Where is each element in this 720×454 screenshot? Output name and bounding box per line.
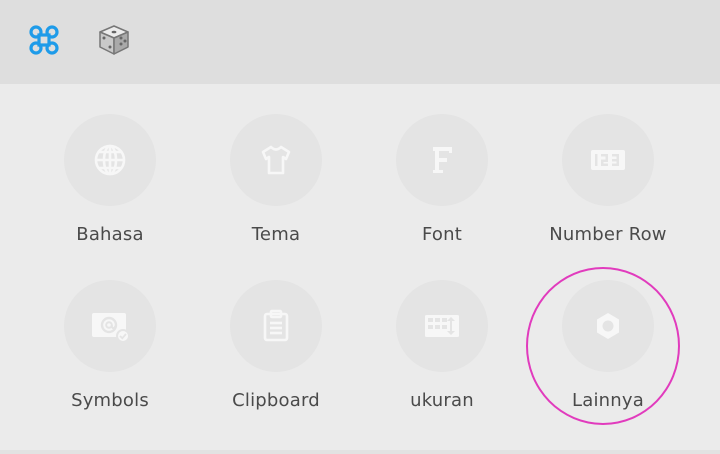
- tile-label-clipboard: Clipboard: [232, 390, 320, 411]
- tile-circle: [64, 280, 156, 372]
- tile-tema[interactable]: Tema: [193, 84, 359, 245]
- tile-circle: [230, 114, 322, 206]
- tile-circle: [230, 280, 322, 372]
- tile-ukuran[interactable]: ukuran: [359, 250, 525, 411]
- keyboard-toolbar: [0, 0, 720, 84]
- tile-label-bahasa: Bahasa: [76, 224, 144, 245]
- tile-label-tema: Tema: [251, 224, 301, 245]
- globe-icon: [94, 144, 126, 176]
- tile-lainnya[interactable]: Lainnya: [525, 250, 691, 411]
- gear-icon: [597, 313, 619, 339]
- command-icon[interactable]: [26, 22, 62, 58]
- clipboard-icon: [263, 309, 289, 342]
- tile-circle: [562, 114, 654, 206]
- font-f-icon: [433, 147, 452, 173]
- tile-bahasa[interactable]: Bahasa: [27, 84, 193, 245]
- at-symbol-icon: [92, 313, 130, 343]
- bottom-divider: [0, 450, 720, 454]
- tile-label-font: Font: [422, 224, 462, 245]
- tile-circle: [396, 280, 488, 372]
- tile-label-number-row: Number Row: [549, 224, 667, 245]
- tile-circle: [396, 114, 488, 206]
- tile-circle: [64, 114, 156, 206]
- tile-clipboard[interactable]: Clipboard: [193, 250, 359, 411]
- tile-label-symbols: Symbols: [71, 390, 149, 411]
- tile-circle: [562, 280, 654, 372]
- dice-icon[interactable]: [96, 22, 132, 58]
- tshirt-icon: [261, 145, 291, 175]
- tile-font[interactable]: Font: [359, 84, 525, 245]
- settings-grid: Bahasa Tema Font Number Row Symbols Clip…: [0, 84, 720, 450]
- resize-icon: [425, 315, 459, 337]
- tile-label-lainnya: Lainnya: [572, 390, 644, 411]
- tile-symbols[interactable]: Symbols: [27, 250, 193, 411]
- number-row-icon: [591, 150, 625, 170]
- tile-label-ukuran: ukuran: [410, 390, 474, 411]
- tile-number-row[interactable]: Number Row: [525, 84, 691, 245]
